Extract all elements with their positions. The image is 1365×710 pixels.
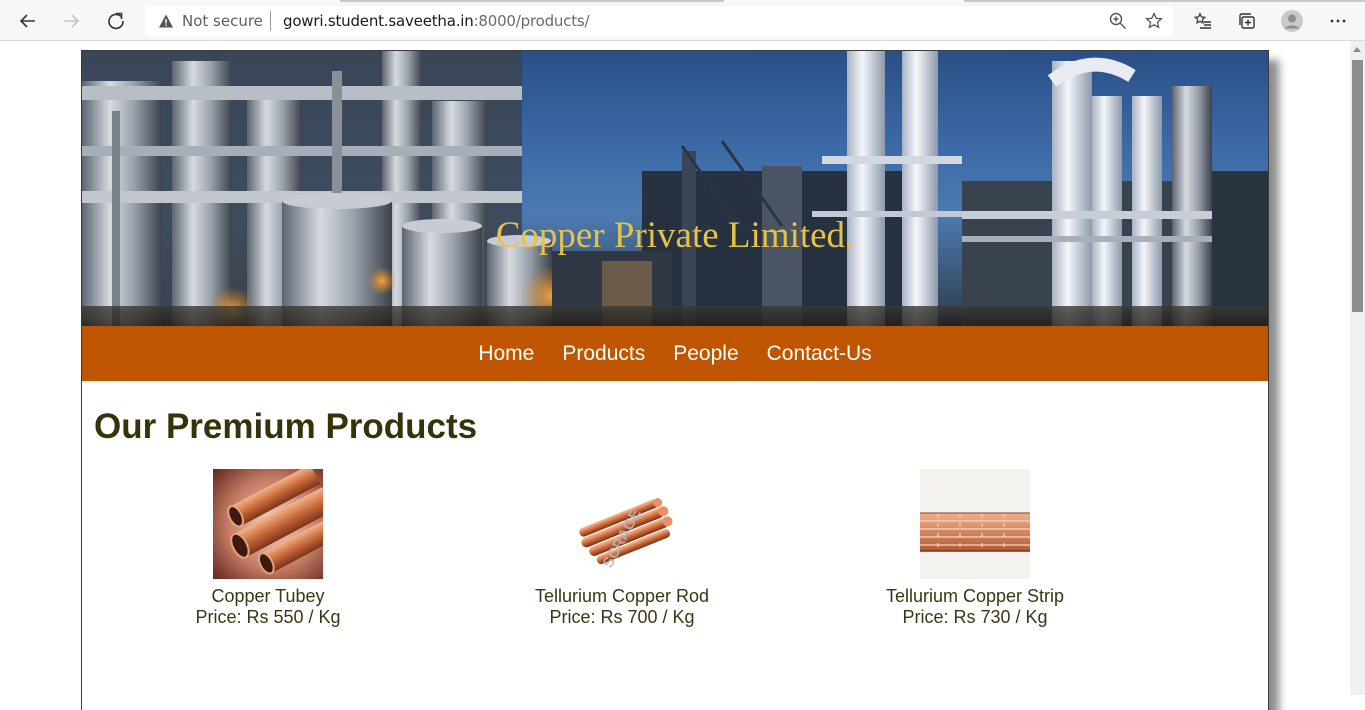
zoom-icon[interactable] [1108, 11, 1128, 31]
product-price: Price: Rs 730 / Kg [902, 607, 1048, 627]
address-bar[interactable]: Not secure gowri.student.saveetha.in:800… [145, 6, 1173, 36]
browser-toolbar: Not secure gowri.student.saveetha.in:800… [0, 0, 1365, 41]
nav-home[interactable]: Home [478, 342, 534, 366]
reload-icon[interactable] [101, 6, 131, 36]
favorite-star-icon[interactable] [1144, 11, 1164, 31]
product-card: SCRAGE Tellurium Copper Rod Price: Rs 70… [492, 469, 752, 628]
product-image-copper-rod[interactable]: SCRAGE [567, 469, 677, 579]
product-price: Price: Rs 700 / Kg [549, 607, 695, 627]
profile-avatar-icon[interactable] [1277, 6, 1307, 36]
forward-icon[interactable] [56, 6, 86, 36]
back-icon[interactable] [13, 6, 43, 36]
product-image-copper-tube[interactable] [213, 469, 323, 579]
url-text[interactable]: gowri.student.saveetha.in:8000/products/ [283, 12, 590, 30]
url-path: :8000/products/ [473, 12, 590, 30]
product-card: Tellurium Copper Strip Price: Rs 730 / K… [845, 469, 1105, 628]
favorites-list-icon[interactable] [1188, 6, 1218, 36]
scroll-up-arrow-icon[interactable] [1353, 47, 1361, 52]
refinery-illustration [82, 51, 1268, 326]
collections-icon[interactable] [1232, 6, 1262, 36]
product-name: Tellurium Copper Rod [534, 586, 710, 606]
address-divider [270, 11, 271, 31]
more-icon[interactable] [1323, 6, 1353, 36]
product-name: Tellurium Copper Strip [885, 586, 1065, 606]
page-heading: Our Premium Products [94, 407, 478, 446]
url-host: gowri.student.saveetha.in [283, 12, 474, 30]
warning-icon[interactable] [158, 13, 174, 29]
site-title: Copper Private Limited. [495, 215, 855, 256]
nav-people[interactable]: People [673, 342, 738, 366]
page-viewport: Copper Private Limited. Home Products Pe… [0, 41, 1350, 710]
vertical-scrollbar[interactable] [1350, 41, 1365, 695]
page-container: Copper Private Limited. Home Products Pe… [81, 50, 1269, 710]
header-banner: Copper Private Limited. [82, 51, 1268, 326]
nav-products[interactable]: Products [562, 342, 645, 366]
scrollbar-thumb[interactable] [1352, 60, 1363, 312]
nav-contact-us[interactable]: Contact-Us [767, 342, 872, 366]
product-name: Copper Tubey [211, 586, 325, 606]
main-nav: Home Products People Contact-Us [82, 326, 1268, 381]
product-image-copper-strip[interactable] [920, 469, 1030, 579]
tab-strip-edge [964, 0, 1365, 2]
product-price: Price: Rs 550 / Kg [195, 607, 341, 627]
product-card: Copper Tubey Price: Rs 550 / Kg [138, 469, 398, 628]
security-label[interactable]: Not secure [182, 12, 263, 30]
tab-strip-edge [340, 0, 724, 2]
